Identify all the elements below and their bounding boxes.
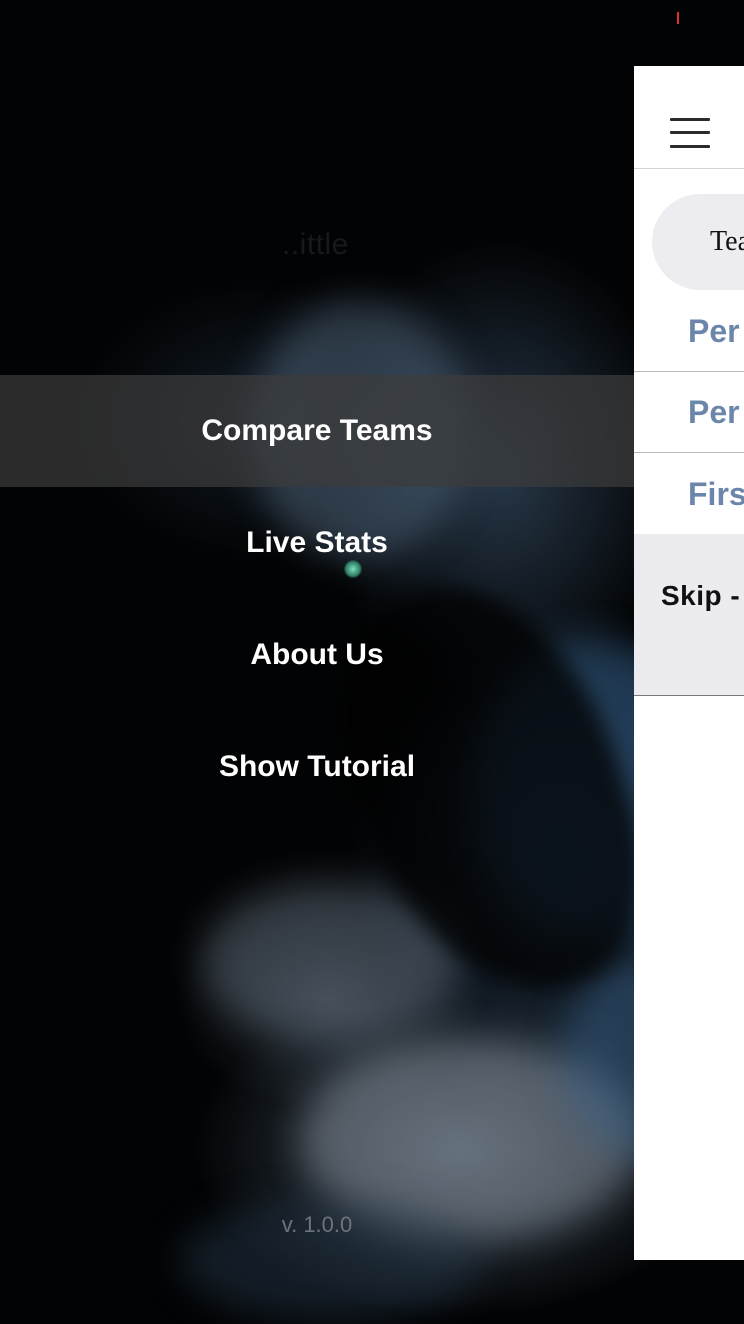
tutorial-overlay: Skip - xyxy=(634,534,744,696)
menu-item-live-stats[interactable]: Live Stats xyxy=(0,487,634,599)
nav-bar-divider xyxy=(634,168,744,169)
hamburger-menu-icon[interactable] xyxy=(670,118,710,148)
menu-item-show-tutorial[interactable]: Show Tutorial xyxy=(0,711,634,823)
app-version: v. 1.0.0 xyxy=(281,1212,353,1237)
main-content-panel[interactable]: Tea Per Per Firs Skip - xyxy=(634,66,744,1260)
stat-row[interactable]: Firs xyxy=(634,454,744,534)
menu-item-label: About Us xyxy=(250,638,384,671)
menu-item-about-us[interactable]: About Us xyxy=(0,599,634,711)
stat-row[interactable]: Per xyxy=(634,373,744,453)
menu-item-compare-teams[interactable]: Compare Teams xyxy=(0,375,634,487)
menu-item-label: Show Tutorial xyxy=(218,750,416,783)
status-indicator xyxy=(677,12,679,24)
side-menu: Compare Teams Live Stats About Us Show T… xyxy=(0,0,634,1324)
team-segment-control[interactable]: Tea xyxy=(652,194,744,290)
stat-row[interactable]: Per xyxy=(634,292,744,372)
skip-tutorial-button[interactable]: Skip - xyxy=(661,580,740,612)
menu-item-label: Live Stats xyxy=(246,526,388,559)
menu-item-label: Compare Teams xyxy=(201,414,433,447)
